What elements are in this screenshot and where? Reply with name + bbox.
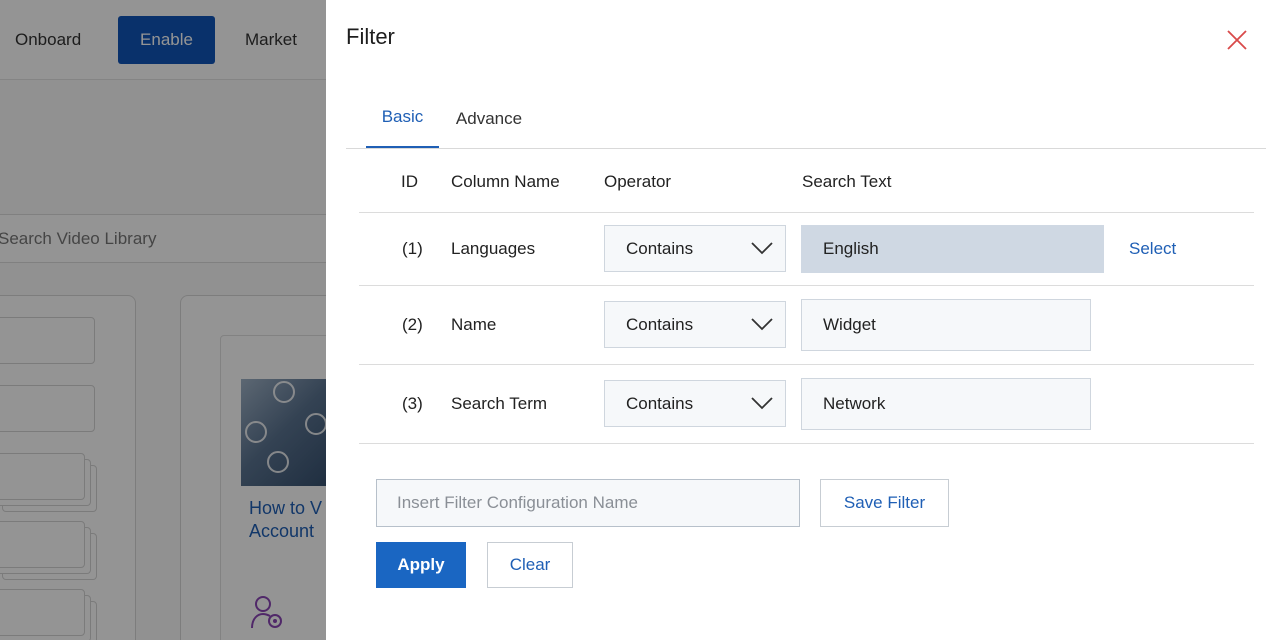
search-text-field: English xyxy=(801,225,1104,273)
select-language-link[interactable]: Select xyxy=(1129,239,1176,259)
operator-select[interactable]: Contains xyxy=(604,380,786,427)
tab-basic[interactable]: Basic xyxy=(366,98,439,148)
filter-config-name-input[interactable] xyxy=(376,479,800,527)
close-icon[interactable] xyxy=(1225,28,1249,52)
header-column-name: Column Name xyxy=(451,171,560,191)
operator-select[interactable]: Contains xyxy=(604,225,786,272)
clear-button[interactable]: Clear xyxy=(487,542,573,588)
search-text-field[interactable]: Network xyxy=(801,378,1091,430)
row-id: (3) xyxy=(402,394,423,413)
apply-button[interactable]: Apply xyxy=(376,542,466,588)
operator-select[interactable]: Contains xyxy=(604,301,786,348)
table-header: ID Column Name Operator Search Text xyxy=(359,150,1254,213)
chevron-down-icon xyxy=(751,316,773,336)
row-column-name: Languages xyxy=(451,239,536,258)
row-id: (1) xyxy=(402,239,423,258)
filter-row: (2) Name Contains Widget xyxy=(359,286,1254,365)
filter-row: (3) Search Term Contains Network xyxy=(359,365,1254,444)
tab-advance[interactable]: Advance xyxy=(446,98,532,149)
drawer-title: Filter xyxy=(346,24,395,49)
save-filter-button[interactable]: Save Filter xyxy=(820,479,949,527)
filter-row: (1) Languages Contains English Select xyxy=(359,213,1254,286)
row-id: (2) xyxy=(402,315,423,334)
filter-drawer: Filter Basic Advance ID Column Name Oper… xyxy=(326,0,1286,640)
header-operator: Operator xyxy=(604,171,672,191)
filter-tabs: Basic Advance xyxy=(346,98,1266,149)
search-text-field[interactable]: Widget xyxy=(801,299,1091,351)
chevron-down-icon xyxy=(751,395,773,415)
header-id: ID xyxy=(401,171,418,191)
row-column-name: Name xyxy=(451,315,497,334)
row-column-name: Search Term xyxy=(451,394,548,413)
chevron-down-icon xyxy=(751,240,773,260)
header-search-text: Search Text xyxy=(802,171,892,191)
